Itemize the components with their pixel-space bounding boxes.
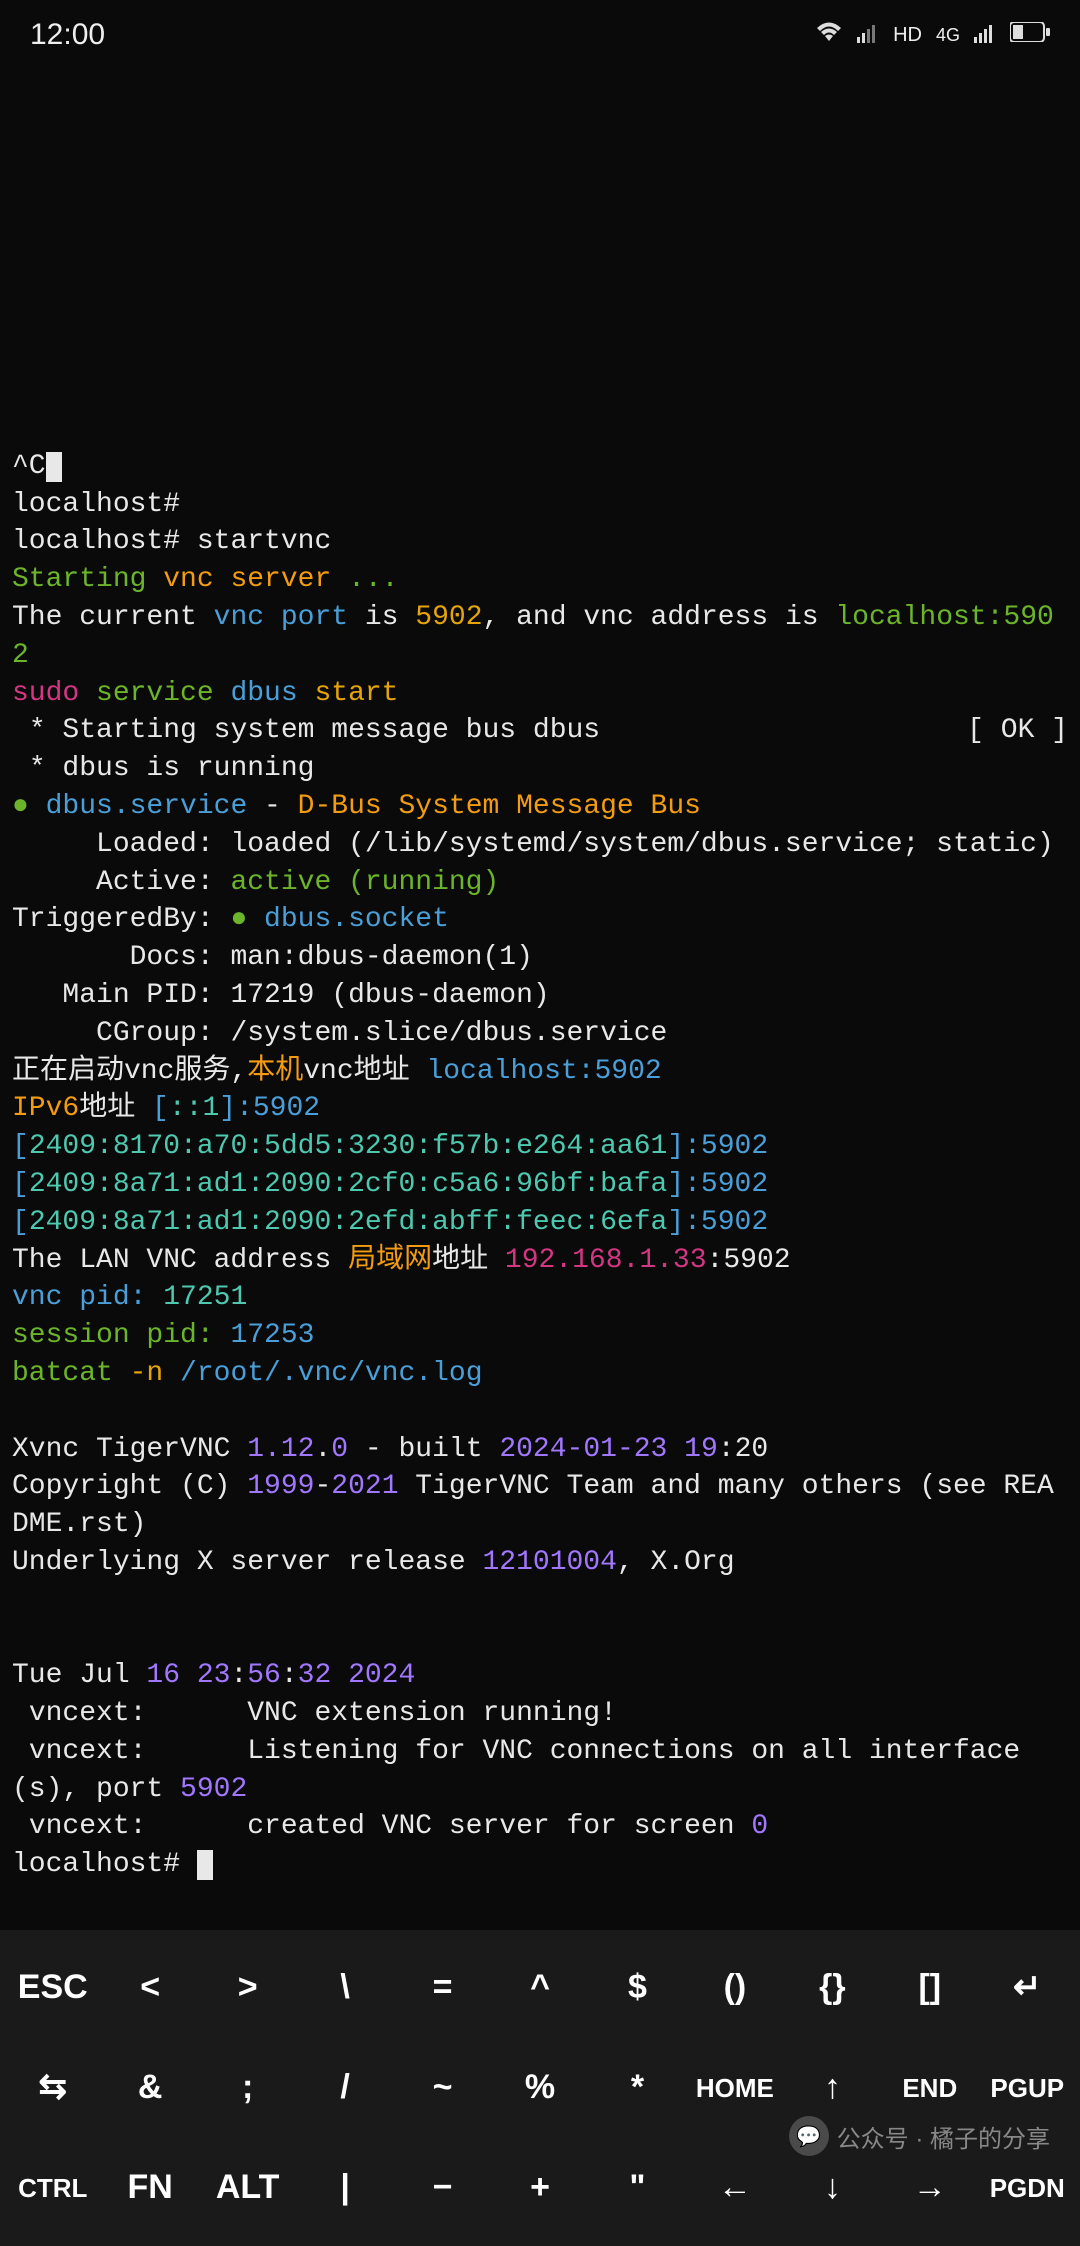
line: Active: active (running) — [12, 867, 499, 898]
key-parens[interactable]: () — [686, 1949, 783, 2026]
line: IPv6地址 [::1]:5902 — [12, 1093, 320, 1124]
line: The LAN VNC address 局域网地址 192.168.1.33:5… — [12, 1245, 791, 1276]
key-caret[interactable]: ^ — [491, 1949, 588, 2026]
line: vncext: created VNC server for screen 0 — [12, 1811, 768, 1842]
key-semicolon[interactable]: ; — [199, 2049, 296, 2126]
key-percent[interactable]: % — [491, 2049, 588, 2126]
key-equals[interactable]: = — [394, 1949, 491, 2026]
line: CGroup: /system.slice/dbus.service — [12, 1018, 667, 1049]
key-slash[interactable]: / — [296, 2049, 393, 2126]
watermark-text: 公众号 · 橘子的分享 — [837, 2119, 1050, 2154]
line: vncext: Listening for VNC connections on… — [12, 1736, 1020, 1805]
extra-keys-row: ESC < > \ = ^ $ () {} [] ↵ ⇆ & ; / ~ % *… — [0, 1930, 1080, 2246]
key-end[interactable]: END — [881, 2054, 978, 2123]
line: Copyright (C) 1999-2021 TigerVNC Team an… — [12, 1471, 1054, 1540]
line: Underlying X server release 12101004, X.… — [12, 1547, 735, 1578]
key-plus[interactable]: + — [491, 2149, 588, 2226]
wifi-icon — [815, 21, 843, 50]
key-pgup[interactable]: PGUP — [979, 2054, 1076, 2123]
line: Loaded: loaded (/lib/systemd/system/dbus… — [12, 829, 1054, 860]
line: TriggeredBy: ● dbus.socket — [12, 904, 449, 935]
key-quote[interactable]: " — [589, 2149, 686, 2226]
key-row-1: ESC < > \ = ^ $ () {} [] ↵ — [4, 1938, 1076, 2038]
key-braces[interactable]: {} — [784, 1949, 881, 2026]
battery-icon — [1010, 21, 1050, 49]
line: 正在启动vnc服务,本机vnc地址 localhost:5902 — [12, 1056, 662, 1087]
key-home[interactable]: HOME — [686, 2054, 783, 2123]
line: The current vnc port is 5902, and vnc ad… — [12, 602, 1054, 671]
terminal-output[interactable]: ^C localhost# localhost# startvnc Starti… — [0, 410, 1080, 1884]
key-ctrl[interactable]: CTRL — [4, 2154, 101, 2223]
line: sudo service dbus start — [12, 678, 398, 709]
line: vnc pid: 17251 — [12, 1282, 247, 1313]
key-asterisk[interactable]: * — [589, 2049, 686, 2126]
watermark: 💬 公众号 · 橘子的分享 — [789, 2116, 1050, 2156]
blank — [12, 1396, 29, 1427]
signal2-icon — [974, 21, 996, 50]
key-down[interactable]: ↓ — [784, 2149, 881, 2226]
key-esc[interactable]: ESC — [4, 1949, 101, 2026]
key-right[interactable]: → — [881, 2149, 978, 2226]
key-backslash[interactable]: \ — [296, 1949, 393, 2026]
line: ● dbus.service - D-Bus System Message Bu… — [12, 791, 701, 822]
line: [2409:8a71:ad1:2090:2cf0:c5a6:96bf:bafa]… — [12, 1169, 768, 1200]
key-pgdn[interactable]: PGDN — [979, 2154, 1076, 2223]
line: * dbus is running — [12, 753, 314, 784]
line: session pid: 17253 — [12, 1320, 314, 1351]
line: [2409:8170:a70:5dd5:3230:f57b:e264:aa61]… — [12, 1131, 768, 1162]
line: Starting vnc server ... — [12, 564, 399, 595]
line: * Starting system message bus dbus[ OK ] — [12, 712, 1068, 750]
status-bar: 12:00 HD 4G — [0, 0, 1080, 70]
key-dollar[interactable]: $ — [589, 1949, 686, 2026]
key-amp[interactable]: & — [101, 2049, 198, 2126]
hd-icon: HD — [893, 24, 922, 47]
line: Tue Jul 16 23:56:32 2024 — [12, 1660, 415, 1691]
status-icons: HD 4G — [815, 21, 1050, 50]
status-time: 12:00 — [30, 18, 105, 52]
key-tab[interactable]: ⇆ — [4, 2049, 101, 2126]
key-tilde[interactable]: ~ — [394, 2049, 491, 2126]
key-minus[interactable]: − — [394, 2149, 491, 2226]
line: localhost# — [12, 1849, 213, 1880]
key-fn[interactable]: FN — [101, 2149, 198, 2226]
key-brackets[interactable]: [] — [881, 1949, 978, 2026]
line: Xvnc TigerVNC 1.12.0 - built 2024-01-23 … — [12, 1434, 768, 1465]
key-pipe[interactable]: | — [296, 2149, 393, 2226]
blank — [12, 1623, 29, 1654]
key-left[interactable]: ← — [686, 2149, 783, 2226]
line: Main PID: 17219 (dbus-daemon) — [12, 980, 550, 1011]
network-label: 4G — [936, 25, 960, 46]
signal-icon — [857, 21, 879, 50]
line: ^C — [12, 451, 62, 482]
wechat-icon: 💬 — [789, 2116, 829, 2156]
blank — [12, 1585, 29, 1616]
key-alt[interactable]: ALT — [199, 2149, 296, 2226]
line: vncext: VNC extension running! — [12, 1698, 617, 1729]
key-lt[interactable]: < — [101, 1949, 198, 2026]
cursor — [197, 1850, 213, 1880]
key-gt[interactable]: > — [199, 1949, 296, 2026]
line: batcat -n /root/.vnc/vnc.log — [12, 1358, 483, 1389]
line: localhost# startvnc — [12, 526, 331, 557]
line: [2409:8a71:ad1:2090:2efd:abff:feec:6efa]… — [12, 1207, 768, 1238]
line: Docs: man:dbus-daemon(1) — [12, 942, 533, 973]
line: localhost# — [12, 489, 180, 520]
key-enter[interactable]: ↵ — [979, 1949, 1076, 2026]
